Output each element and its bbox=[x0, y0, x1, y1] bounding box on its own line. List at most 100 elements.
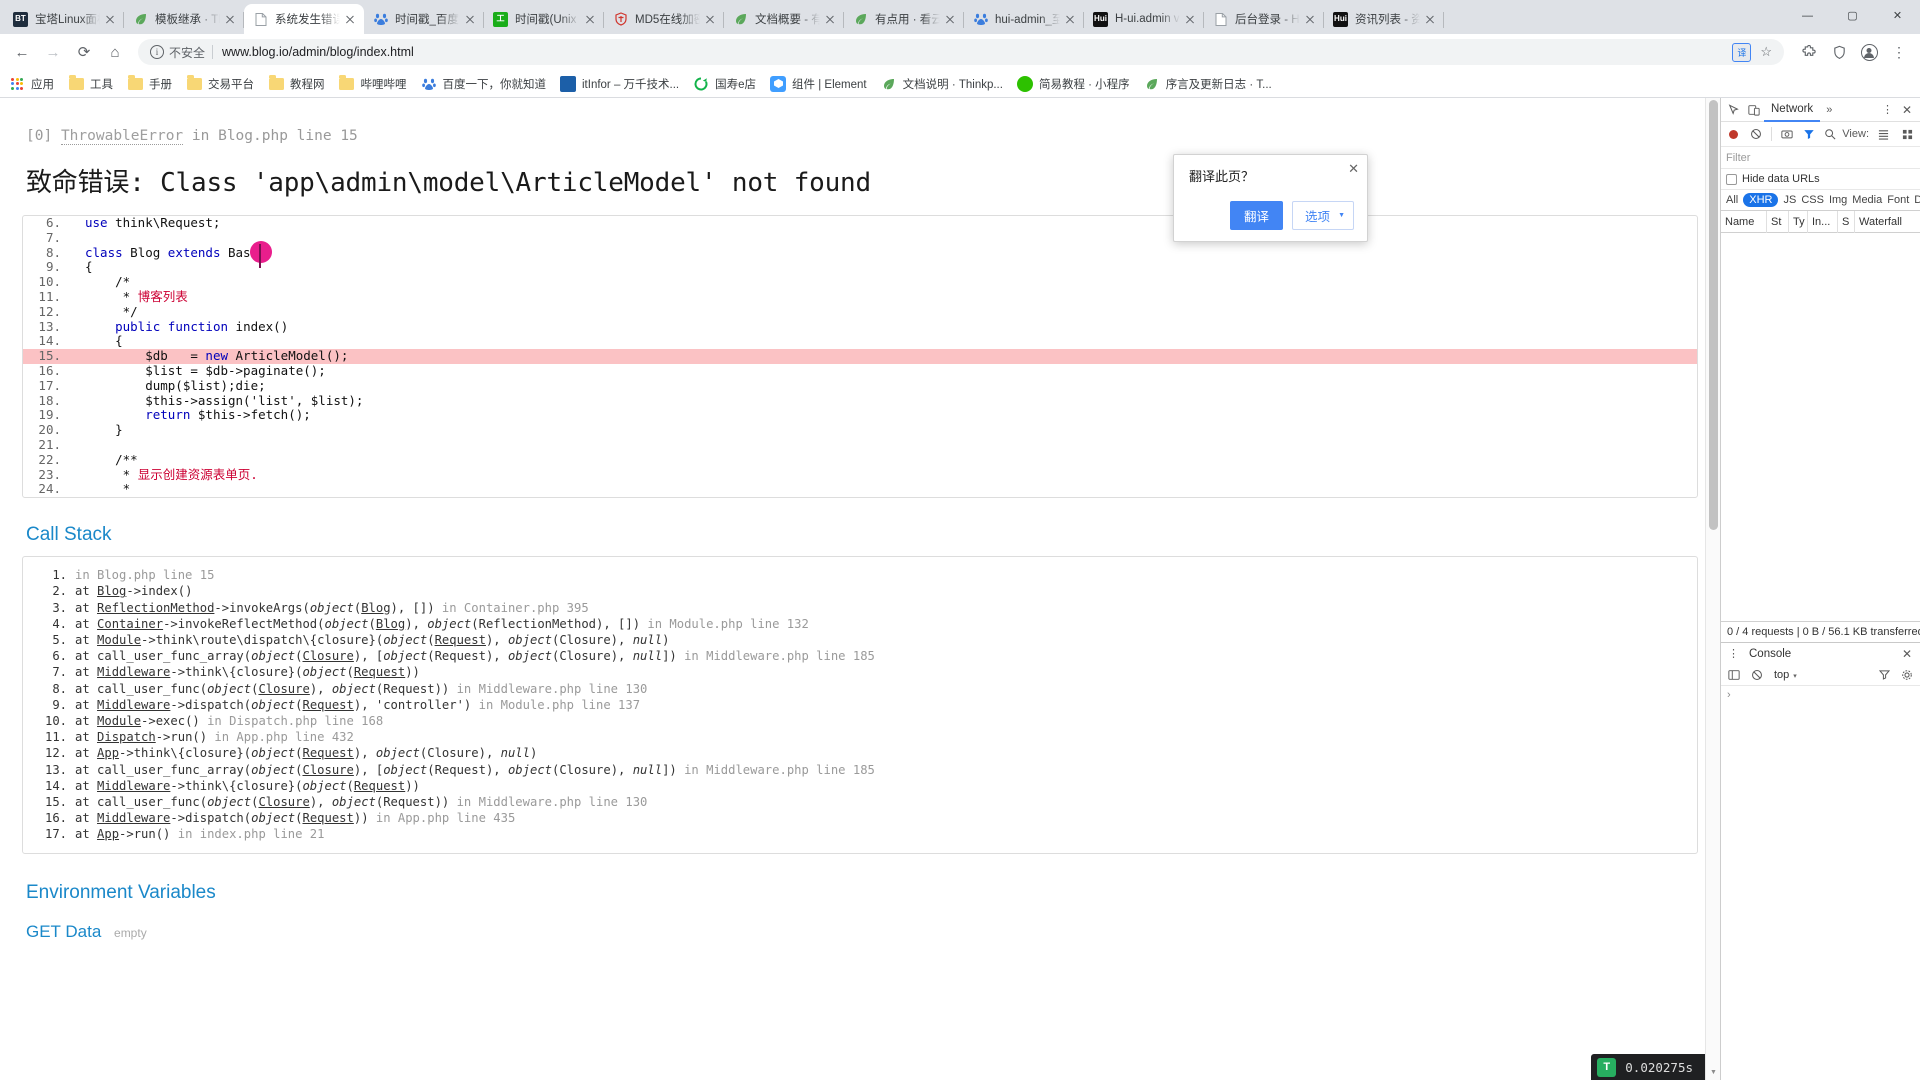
bookmark-thinkphp-doc[interactable]: 文档说明 · Thinkp... bbox=[881, 76, 1003, 92]
bookmark-element[interactable]: 组件 | Element bbox=[770, 75, 867, 92]
bookmark-apps[interactable]: 应用 bbox=[9, 76, 54, 92]
browser-tab-active[interactable]: 系统发生错误 bbox=[244, 4, 364, 34]
browser-tab[interactable]: MD5在线加密 bbox=[604, 4, 724, 34]
filter-icon[interactable] bbox=[1799, 124, 1819, 144]
minimize-button[interactable]: — bbox=[1785, 0, 1830, 32]
clear-console-icon[interactable] bbox=[1747, 665, 1767, 685]
camera-icon[interactable] bbox=[1777, 124, 1797, 144]
filter-css[interactable]: CSS bbox=[1801, 194, 1824, 206]
browser-tab[interactable]: 时间戳_百度搜 bbox=[364, 4, 484, 34]
tab-close-icon[interactable] bbox=[942, 11, 958, 27]
filter-doc[interactable]: Doc bbox=[1914, 194, 1920, 206]
network-requests-list[interactable] bbox=[1721, 233, 1920, 621]
bookmark-folder[interactable]: 工具 bbox=[68, 75, 113, 92]
column-waterfall[interactable]: Waterfall bbox=[1855, 211, 1920, 233]
column-name[interactable]: Name bbox=[1721, 210, 1767, 233]
bookmark-folder[interactable]: 哔哩哔哩 bbox=[339, 75, 407, 92]
browser-tab[interactable]: Hui H-ui.admin v bbox=[1084, 4, 1204, 34]
device-toggle-icon[interactable] bbox=[1744, 100, 1764, 120]
browser-tab[interactable]: 模板继承 · Th bbox=[124, 4, 244, 34]
settings-gear-icon[interactable] bbox=[1897, 665, 1917, 685]
tab-close-icon[interactable] bbox=[1062, 11, 1078, 27]
filter-media[interactable]: Media bbox=[1852, 194, 1882, 206]
bookmark-baidu[interactable]: 百度一下，你就知道 bbox=[421, 76, 546, 92]
shield-icon[interactable] bbox=[1826, 39, 1852, 65]
browser-tab[interactable]: 有点用 · 看云 bbox=[844, 4, 964, 34]
column-size[interactable]: S bbox=[1838, 210, 1855, 233]
devtools-close-icon[interactable]: ✕ bbox=[1897, 103, 1917, 117]
browser-tab[interactable]: 后台登录 - H bbox=[1204, 4, 1324, 34]
translate-popup-close-icon[interactable]: ✕ bbox=[1348, 161, 1359, 177]
filter-font[interactable]: Font bbox=[1887, 194, 1909, 206]
bookmark-wechat-tutorial[interactable]: 简易教程 · 小程序 bbox=[1016, 75, 1130, 92]
search-icon[interactable] bbox=[1820, 124, 1840, 144]
tab-close-icon[interactable] bbox=[342, 11, 358, 27]
avatar[interactable] bbox=[1856, 39, 1882, 65]
home-button[interactable]: ⌂ bbox=[101, 38, 129, 66]
translate-options-button[interactable]: 选项 ▼ bbox=[1292, 201, 1354, 230]
tab-close-icon[interactable] bbox=[582, 11, 598, 27]
tab-console[interactable]: Console bbox=[1743, 648, 1797, 660]
console-close-icon[interactable]: ✕ bbox=[1897, 647, 1917, 661]
bookmark-folder[interactable]: 交易平台 bbox=[186, 75, 254, 92]
browser-tab[interactable]: hui-admin_至 bbox=[964, 4, 1084, 34]
tab-close-icon[interactable] bbox=[702, 11, 718, 27]
browser-tab[interactable]: 文档概要 - 有 bbox=[724, 4, 844, 34]
hide-data-urls-row[interactable]: Hide data URLs bbox=[1721, 169, 1920, 190]
filter-all[interactable]: All bbox=[1726, 194, 1738, 206]
browser-tab[interactable]: 工 时间戳(Unix t bbox=[484, 4, 604, 34]
console-output[interactable]: › bbox=[1721, 686, 1920, 1080]
chrome-menu-button[interactable]: ⋮ bbox=[1886, 39, 1912, 65]
console-context-selector[interactable]: top bbox=[1770, 669, 1807, 681]
tab-network[interactable]: Network bbox=[1764, 98, 1821, 122]
browser-tab[interactable]: BT 宝塔Linux面板 bbox=[4, 4, 124, 34]
bookmark-folder[interactable]: 手册 bbox=[127, 75, 172, 92]
tab-close-icon[interactable] bbox=[462, 11, 478, 27]
more-tabs-icon[interactable]: » bbox=[1822, 104, 1836, 116]
bookmark-folder[interactable]: 教程网 bbox=[268, 75, 325, 92]
bookmark-guoshou[interactable]: 国寿e店 bbox=[693, 76, 756, 92]
record-icon[interactable] bbox=[1724, 124, 1744, 144]
list-view-icon[interactable] bbox=[1873, 124, 1893, 144]
column-type[interactable]: Ty bbox=[1789, 210, 1808, 233]
bookmark-itinfor[interactable]: itInfor – 万千技术... bbox=[560, 75, 679, 92]
close-window-button[interactable]: ✕ bbox=[1875, 0, 1920, 32]
hide-data-urls-checkbox[interactable] bbox=[1726, 173, 1737, 185]
filter-xhr[interactable]: XHR bbox=[1743, 193, 1779, 207]
filter-img[interactable]: Img bbox=[1829, 194, 1847, 206]
clear-icon[interactable] bbox=[1746, 124, 1766, 144]
forward-button[interactable]: → bbox=[39, 38, 67, 66]
tab-close-icon[interactable] bbox=[222, 11, 238, 27]
translate-button[interactable]: 翻译 bbox=[1230, 201, 1284, 230]
puzzle-icon[interactable] bbox=[1796, 39, 1822, 65]
address-bar[interactable]: i 不安全 www.blog.io/admin/blog/index.html … bbox=[138, 39, 1784, 65]
console-drawer-kebab-icon[interactable]: ⋮ bbox=[1724, 647, 1743, 660]
reload-button[interactable]: ⟳ bbox=[70, 38, 98, 66]
thinkphp-debug-bar[interactable]: T 0.020275s bbox=[1591, 1054, 1705, 1080]
column-initiator[interactable]: In... bbox=[1808, 210, 1838, 233]
page-scrollbar[interactable]: ▲ ▼ bbox=[1705, 98, 1720, 1080]
scroll-down-icon[interactable]: ▼ bbox=[1706, 1065, 1720, 1080]
exception-type-link[interactable]: ThrowableError bbox=[60, 128, 184, 145]
tab-close-icon[interactable] bbox=[1422, 11, 1438, 27]
tab-close-icon[interactable] bbox=[102, 11, 118, 27]
column-status[interactable]: St bbox=[1767, 210, 1789, 233]
info-circle-icon[interactable]: i bbox=[150, 45, 164, 59]
bookmark-star-icon[interactable]: ☆ bbox=[1760, 44, 1772, 60]
funnel-icon[interactable] bbox=[1874, 665, 1894, 685]
network-filter-input[interactable]: Filter bbox=[1721, 147, 1920, 169]
grid-view-icon[interactable] bbox=[1897, 124, 1917, 144]
devtools-kebab-icon[interactable]: ⋮ bbox=[1878, 103, 1897, 116]
filter-js[interactable]: JS bbox=[1783, 194, 1796, 206]
tab-close-icon[interactable] bbox=[1182, 11, 1198, 27]
console-sidebar-icon[interactable] bbox=[1724, 665, 1744, 685]
back-button[interactable]: ← bbox=[8, 38, 36, 66]
bookmark-changelog[interactable]: 序言及更新日志 · T... bbox=[1144, 76, 1272, 92]
scrollbar-thumb[interactable] bbox=[1709, 100, 1718, 530]
tab-close-icon[interactable] bbox=[1302, 11, 1318, 27]
inspect-icon[interactable] bbox=[1724, 100, 1744, 120]
maximize-button[interactable]: ▢ bbox=[1830, 0, 1875, 32]
translate-icon[interactable]: 译 bbox=[1732, 42, 1752, 62]
tab-close-icon[interactable] bbox=[822, 11, 838, 27]
browser-tab[interactable]: Hui 资讯列表 - 资 bbox=[1324, 4, 1444, 34]
